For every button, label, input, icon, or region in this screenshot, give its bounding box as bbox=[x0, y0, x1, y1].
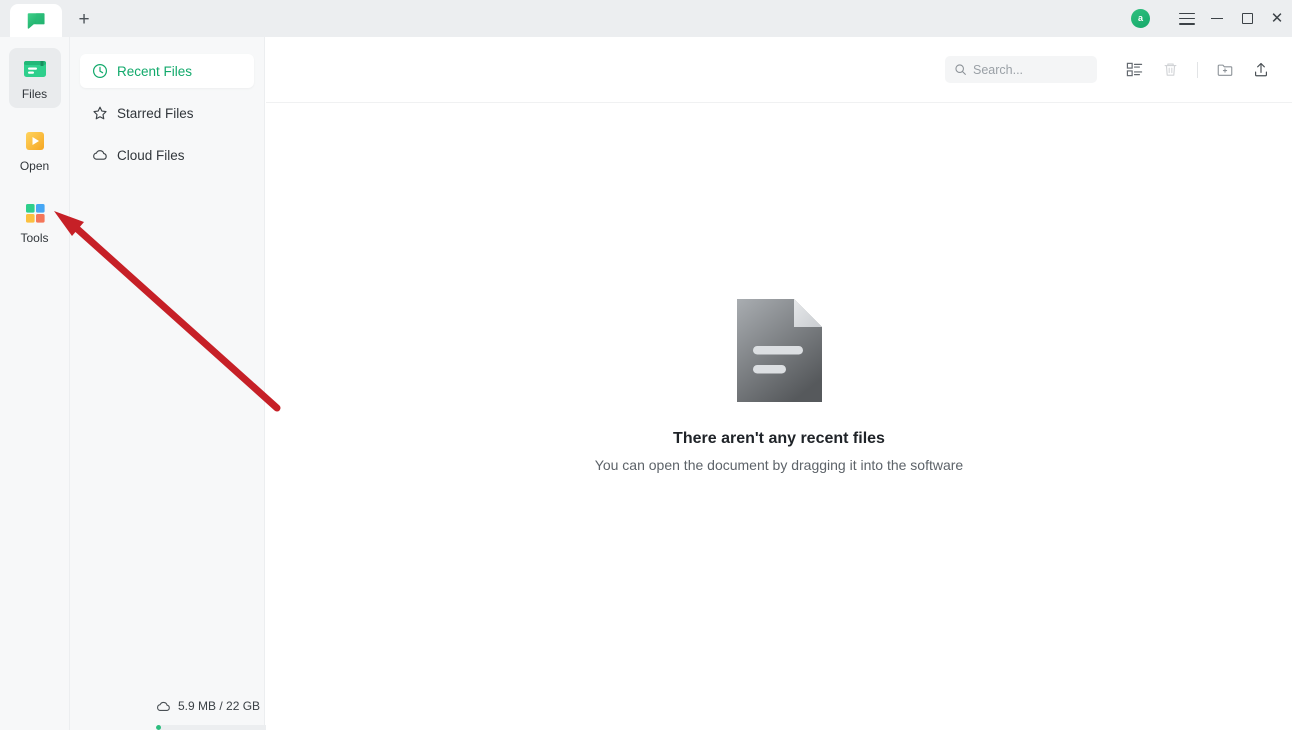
upload-glyph bbox=[1255, 62, 1267, 76]
app-tab[interactable] bbox=[10, 4, 62, 37]
empty-state-subtitle: You can open the document by dragging it… bbox=[594, 457, 964, 473]
search-box[interactable] bbox=[945, 56, 1097, 83]
document-placeholder-icon bbox=[736, 299, 822, 402]
sidebar-item-label: Tools bbox=[20, 231, 49, 245]
hamburger-glyph bbox=[1179, 12, 1195, 25]
primary-sidebar: Files Open Tools bbox=[0, 37, 70, 730]
search-icon bbox=[955, 64, 966, 75]
sidebar-item-open[interactable]: Open bbox=[9, 120, 61, 180]
sidebar-item-label: Files bbox=[21, 87, 48, 101]
nav-item-label: Cloud Files bbox=[117, 147, 185, 163]
nav-item-cloud-files[interactable]: Cloud Files bbox=[80, 138, 254, 172]
star-icon bbox=[93, 106, 107, 120]
tools-icon bbox=[25, 204, 45, 223]
list-view-glyph bbox=[1126, 62, 1142, 77]
close-icon[interactable]: ✕ bbox=[1262, 4, 1292, 34]
nav-item-recent-files[interactable]: Recent Files bbox=[80, 54, 254, 88]
app-window: + a ✕ Files Open Tools Recent Files Star… bbox=[0, 0, 1292, 730]
secondary-sidebar: Recent Files Starred Files Cloud Files 5… bbox=[70, 37, 321, 730]
upload-icon[interactable] bbox=[1246, 55, 1276, 85]
sidebar-item-label: Open bbox=[19, 159, 50, 173]
search-input[interactable] bbox=[973, 62, 1083, 77]
cloud-icon bbox=[157, 701, 170, 711]
title-bar: + a ✕ bbox=[0, 0, 1292, 37]
clock-icon bbox=[92, 63, 108, 79]
new-folder-icon[interactable] bbox=[1210, 55, 1240, 85]
toolbar-divider bbox=[1197, 61, 1198, 78]
wps-logo-icon bbox=[27, 12, 45, 29]
maximize-glyph bbox=[1241, 13, 1253, 24]
content-toolbar bbox=[266, 37, 1292, 103]
new-folder-glyph bbox=[1217, 64, 1233, 76]
list-view-icon[interactable] bbox=[1119, 55, 1149, 85]
window-controls: a ✕ bbox=[1131, 0, 1292, 37]
menu-icon[interactable] bbox=[1172, 4, 1202, 34]
sidebar-item-files[interactable]: Files bbox=[8, 48, 61, 108]
storage-progress-fill bbox=[156, 725, 161, 730]
trash-icon[interactable] bbox=[1155, 55, 1185, 85]
empty-state: There aren't any recent files You can op… bbox=[266, 299, 1292, 473]
tab-strip: + bbox=[0, 0, 100, 37]
files-icon bbox=[23, 61, 46, 77]
empty-state-title: There aren't any recent files bbox=[673, 430, 885, 447]
nav-item-label: Starred Files bbox=[117, 105, 194, 121]
sidebar-item-tools[interactable]: Tools bbox=[9, 192, 61, 252]
cloud-icon bbox=[93, 150, 107, 160]
nav-item-starred-files[interactable]: Starred Files bbox=[80, 96, 254, 130]
open-icon bbox=[25, 132, 44, 150]
new-tab-button[interactable]: + bbox=[68, 3, 100, 35]
maximize-icon[interactable] bbox=[1232, 4, 1262, 34]
nav-item-label: Recent Files bbox=[117, 63, 193, 79]
close-glyph: ✕ bbox=[1270, 9, 1284, 27]
minimize-glyph bbox=[1211, 17, 1223, 20]
avatar[interactable]: a bbox=[1131, 9, 1150, 28]
minimize-icon[interactable] bbox=[1202, 4, 1232, 34]
main-content: There aren't any recent files You can op… bbox=[266, 37, 1292, 730]
trash-glyph bbox=[1164, 63, 1176, 76]
